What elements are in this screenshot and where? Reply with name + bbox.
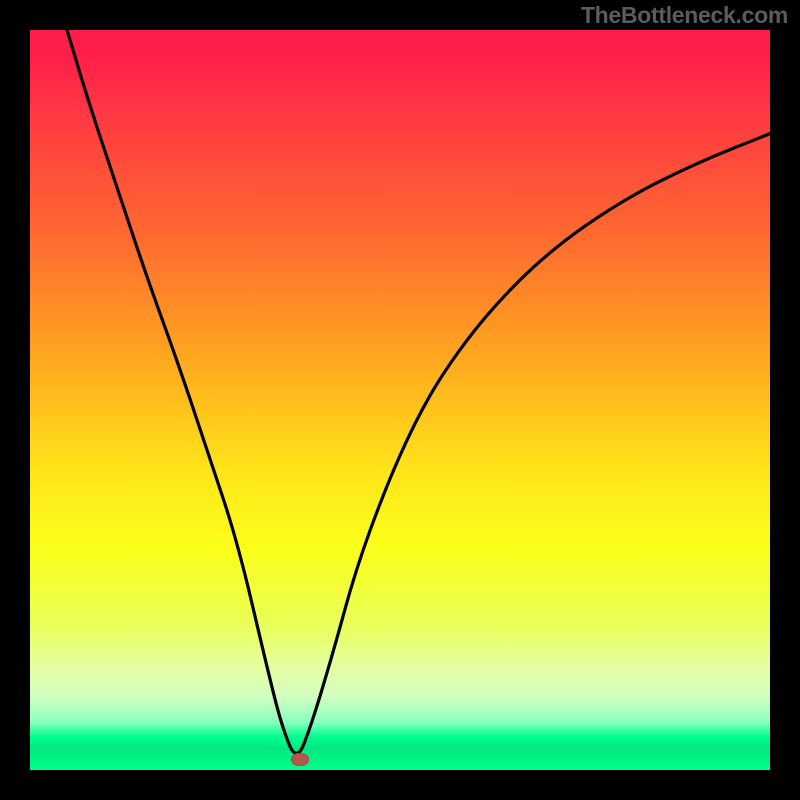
chart-frame: TheBottleneck.com	[0, 0, 800, 800]
minimum-marker	[291, 753, 309, 766]
bottleneck-curve	[30, 30, 770, 770]
watermark-text: TheBottleneck.com	[581, 2, 788, 29]
plot-area	[30, 30, 770, 770]
